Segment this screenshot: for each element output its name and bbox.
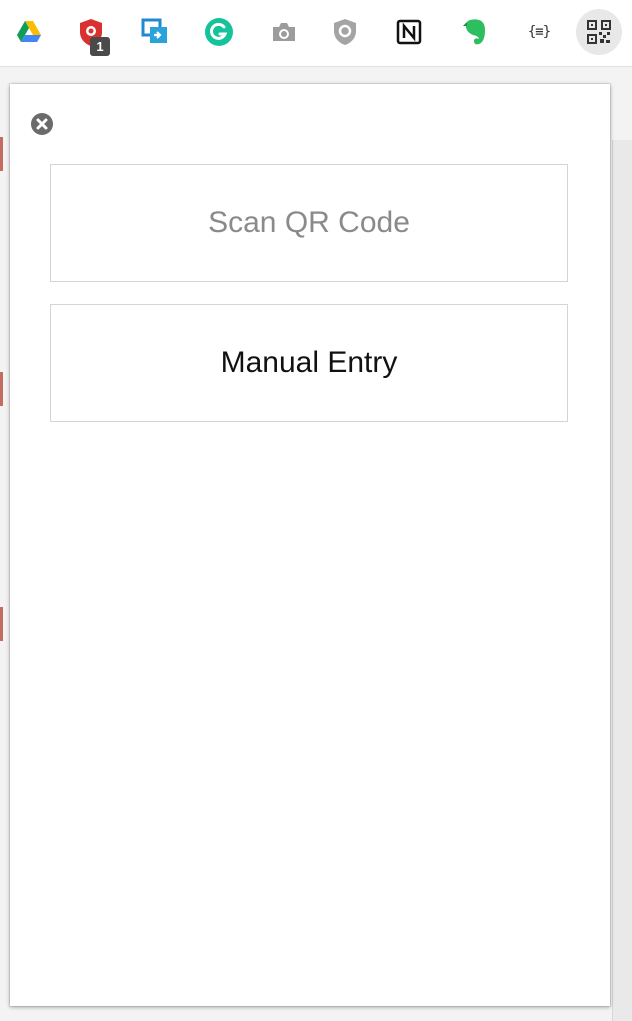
extension-popup: Scan QR Code Manual Entry (10, 84, 610, 1006)
manual-entry-label: Manual Entry (220, 346, 398, 379)
page-edge-mark (0, 607, 3, 641)
screen-share-extension-button[interactable] (132, 9, 178, 55)
page-scroll-region (612, 140, 632, 1021)
scan-qr-code-label: Scan QR Code (208, 206, 410, 239)
camera-extension-button[interactable] (261, 9, 307, 55)
notion-extension-button[interactable] (386, 9, 432, 55)
evernote-icon (463, 19, 485, 45)
qr-code-extension-button[interactable] (576, 9, 622, 55)
notification-badge: 1 (90, 37, 110, 56)
close-button[interactable] (30, 112, 54, 136)
page-edge-mark (0, 372, 3, 406)
grammarly-icon (205, 18, 233, 46)
notion-icon (396, 19, 422, 45)
grammarly-extension-button[interactable] (196, 9, 242, 55)
google-drive-icon (17, 21, 41, 42)
screen-share-icon (141, 18, 167, 43)
manual-entry-button[interactable]: Manual Entry (50, 304, 568, 422)
scan-qr-code-button[interactable]: Scan QR Code (50, 164, 568, 282)
json-formatter-extension-button[interactable]: {≡} (516, 9, 562, 55)
json-formatter-icon: {≡} (527, 24, 551, 40)
evernote-extension-button[interactable] (452, 9, 498, 55)
qr-code-icon (587, 20, 611, 44)
camera-icon (273, 23, 295, 41)
close-icon (31, 113, 53, 135)
page-edge-mark (0, 137, 3, 171)
shield-extension-button[interactable]: 1 (68, 9, 114, 56)
google-drive-extension-button[interactable] (6, 9, 52, 55)
extension-toolbar: 1 {≡} (0, 0, 632, 67)
guard-extension-button[interactable] (322, 9, 368, 55)
guard-shield-icon (334, 19, 356, 45)
